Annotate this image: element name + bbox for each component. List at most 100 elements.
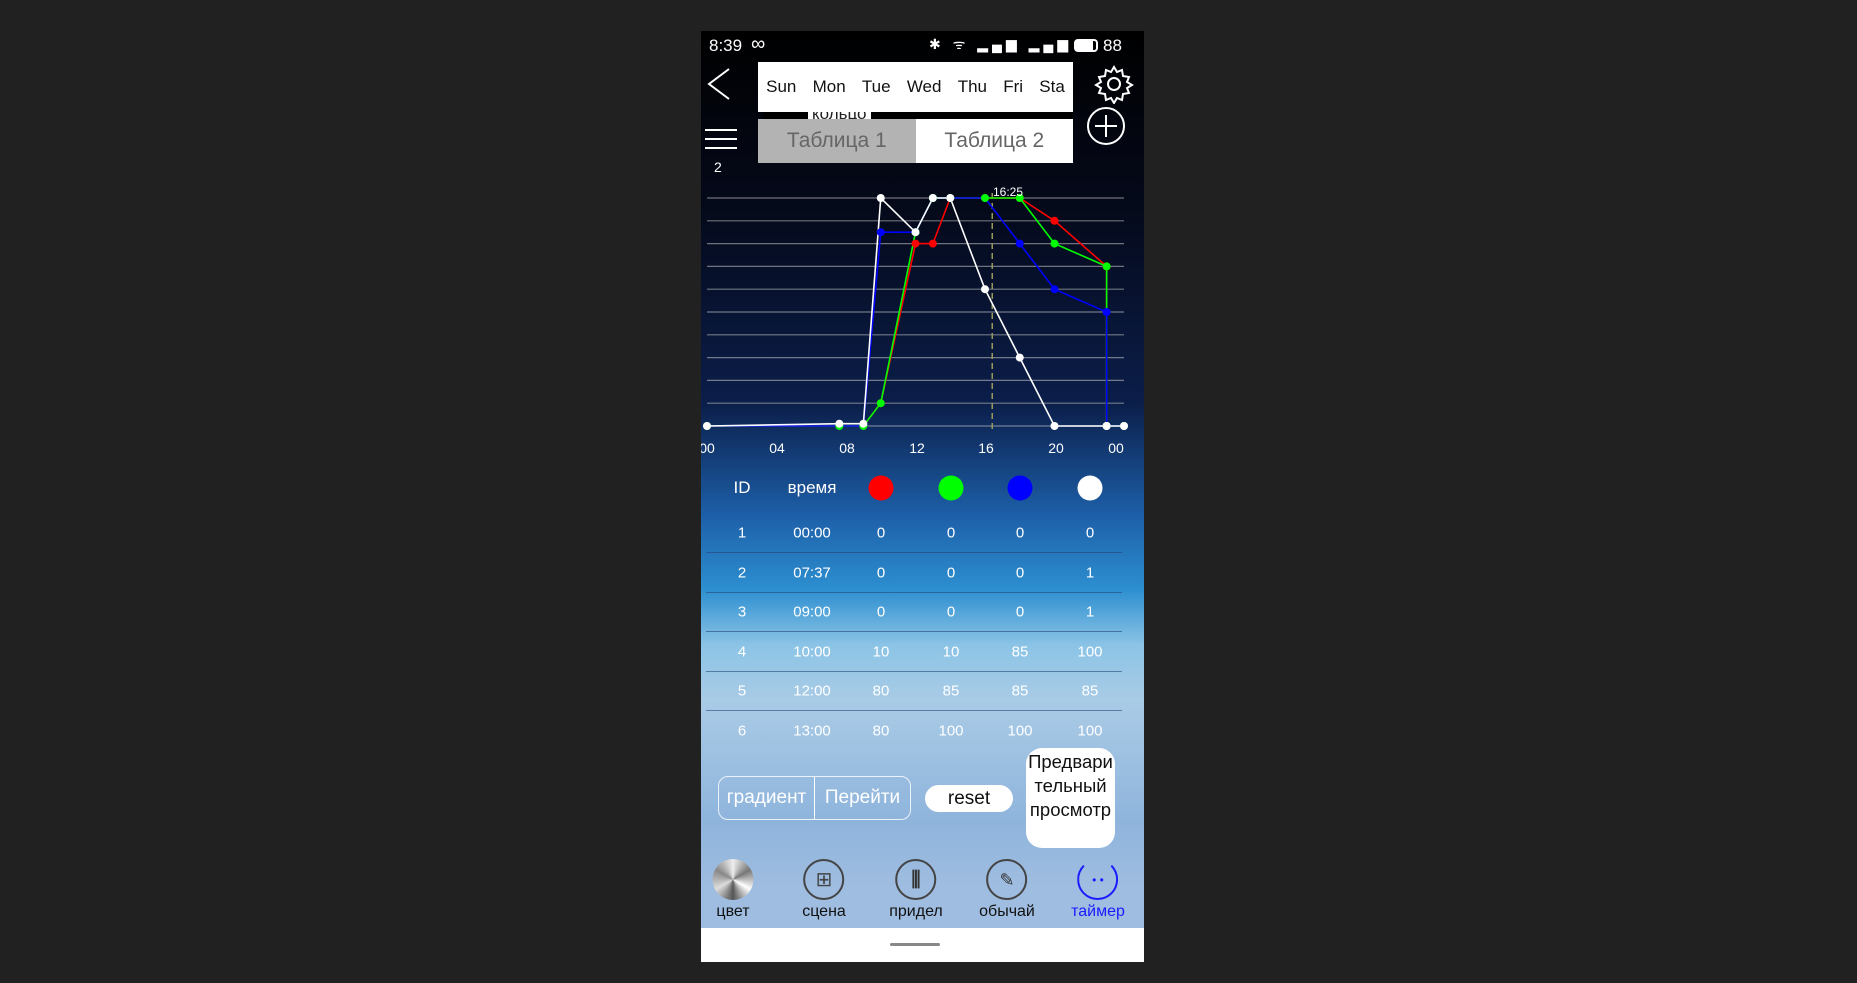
table-cell[interactable]: 85 (1012, 643, 1029, 660)
menu-button[interactable] (705, 129, 737, 149)
data-point (1050, 216, 1059, 225)
green-channel-dot (938, 475, 964, 501)
nav-color[interactable]: цвет (712, 859, 754, 921)
data-point (1050, 422, 1059, 430)
day-tab[interactable]: Thu (958, 77, 987, 97)
nav-sliders[interactable]: ⫼ придел (889, 859, 943, 921)
data-point (981, 194, 989, 202)
table-cell[interactable]: 5 (738, 683, 746, 700)
color-wheel-icon (712, 859, 754, 900)
table-cell[interactable]: 0 (947, 604, 955, 621)
x-tick-label: 00 (1108, 440, 1124, 456)
gradient-goto-group: градиент Перейти (718, 776, 911, 820)
table-cell[interactable]: 80 (873, 683, 890, 700)
signal-icons: ✱ ᯤ ▂▄▆ ▂▄▆ (929, 36, 1073, 52)
table-cell[interactable]: 0 (947, 525, 955, 542)
nav-scene[interactable]: ⊞ сцена (802, 859, 846, 921)
day-tab[interactable]: Wed (907, 77, 942, 97)
reset-button[interactable]: reset (925, 785, 1013, 812)
table-cell[interactable]: 0 (877, 525, 885, 542)
table-cell[interactable]: 10:00 (793, 643, 831, 660)
nav-label: цвет (716, 903, 750, 920)
data-point (981, 285, 989, 294)
table-cell[interactable]: 07:37 (793, 564, 831, 581)
x-tick-label: 00 (701, 440, 715, 456)
table-cell[interactable]: 0 (1016, 564, 1024, 581)
data-point (703, 422, 711, 430)
table-cell[interactable]: 80 (873, 722, 890, 739)
data-point (859, 419, 868, 428)
table-cell[interactable]: 100 (1077, 722, 1102, 739)
data-point (1102, 422, 1111, 430)
data-point (1050, 239, 1059, 248)
home-indicator[interactable] (890, 943, 940, 946)
table-cell[interactable]: 0 (947, 564, 955, 581)
day-tab[interactable]: Fri (1003, 77, 1023, 97)
table-cell[interactable]: 0 (1016, 604, 1024, 621)
table-cell[interactable]: 10 (943, 643, 960, 660)
day-tab[interactable]: Sun (766, 77, 796, 97)
data-point (1050, 285, 1059, 294)
table-cell[interactable]: 1 (738, 525, 746, 542)
x-tick-label: 04 (769, 440, 785, 456)
preview-button[interactable]: Предварительный просмотр (1026, 748, 1115, 848)
data-point (1015, 239, 1024, 248)
data-point (1102, 262, 1111, 271)
data-point (928, 239, 937, 248)
status-bar: 8:39 ∞ ✱ ᯤ ▂▄▆ ▂▄▆ 88 (701, 31, 1144, 62)
add-icon[interactable] (1086, 106, 1126, 146)
table-cell[interactable]: 85 (1082, 683, 1099, 700)
white-channel-dot (1077, 475, 1103, 501)
table-cell[interactable]: 1 (1086, 564, 1094, 581)
row-separator (706, 552, 1122, 553)
nav-label: придел (889, 903, 943, 920)
data-point (876, 399, 885, 408)
timer-chart[interactable] (701, 181, 1144, 431)
tab-table-1[interactable]: Таблица 1 (758, 119, 916, 163)
day-tab[interactable]: Tue (862, 77, 891, 97)
nav-label: сцена (802, 903, 846, 920)
table-cell[interactable]: 0 (1086, 525, 1094, 542)
table-cell[interactable]: 0 (877, 564, 885, 581)
table-cell[interactable]: 100 (1007, 722, 1032, 739)
data-point (946, 194, 955, 202)
battery-level: 88 (1103, 36, 1122, 55)
menu-count: 2 (714, 159, 722, 175)
back-icon[interactable] (705, 67, 735, 101)
timer-icon: • • (1077, 859, 1119, 900)
nav-label: обычай (979, 903, 1035, 920)
table-cell[interactable]: 85 (943, 683, 960, 700)
table-cell[interactable]: 10 (873, 643, 890, 660)
table-cell[interactable]: 2 (738, 564, 746, 581)
table-cell[interactable]: 100 (938, 722, 963, 739)
settings-gear-icon[interactable] (1094, 64, 1134, 104)
nav-label: таймер (1071, 903, 1125, 920)
table-cell[interactable]: 00:00 (793, 525, 831, 542)
goto-button[interactable]: Перейти (815, 777, 910, 819)
gradient-button[interactable]: градиент (719, 777, 815, 819)
table-cell[interactable]: 85 (1012, 683, 1029, 700)
phone-screen: 8:39 ∞ ✱ ᯤ ▂▄▆ ▂▄▆ 88 2 Sun Mon Tue Wed … (701, 31, 1144, 962)
table-cell[interactable]: 6 (738, 722, 746, 739)
data-point (1015, 353, 1024, 362)
day-tab[interactable]: Mon (813, 77, 846, 97)
data-point (876, 228, 885, 237)
data-point (911, 228, 920, 237)
nav-custom[interactable]: ✎ обычай (979, 859, 1035, 921)
day-tab[interactable]: Sta (1039, 77, 1065, 97)
table-cell[interactable]: 1 (1086, 604, 1094, 621)
table-cell[interactable]: 13:00 (793, 722, 831, 739)
infinity-icon: ∞ (751, 33, 766, 55)
data-point (928, 194, 937, 202)
nav-timer[interactable]: • • таймер (1071, 859, 1125, 921)
table-cell[interactable]: 12:00 (793, 683, 831, 700)
table-cell[interactable]: 100 (1077, 643, 1102, 660)
tab-table-2[interactable]: Таблица 2 (915, 119, 1073, 163)
table-cell[interactable]: 3 (738, 604, 746, 621)
table-cell[interactable]: 09:00 (793, 604, 831, 621)
data-point (1102, 308, 1111, 316)
row-separator (706, 710, 1122, 711)
table-cell[interactable]: 0 (1016, 525, 1024, 542)
table-cell[interactable]: 4 (738, 643, 746, 660)
table-cell[interactable]: 0 (877, 604, 885, 621)
